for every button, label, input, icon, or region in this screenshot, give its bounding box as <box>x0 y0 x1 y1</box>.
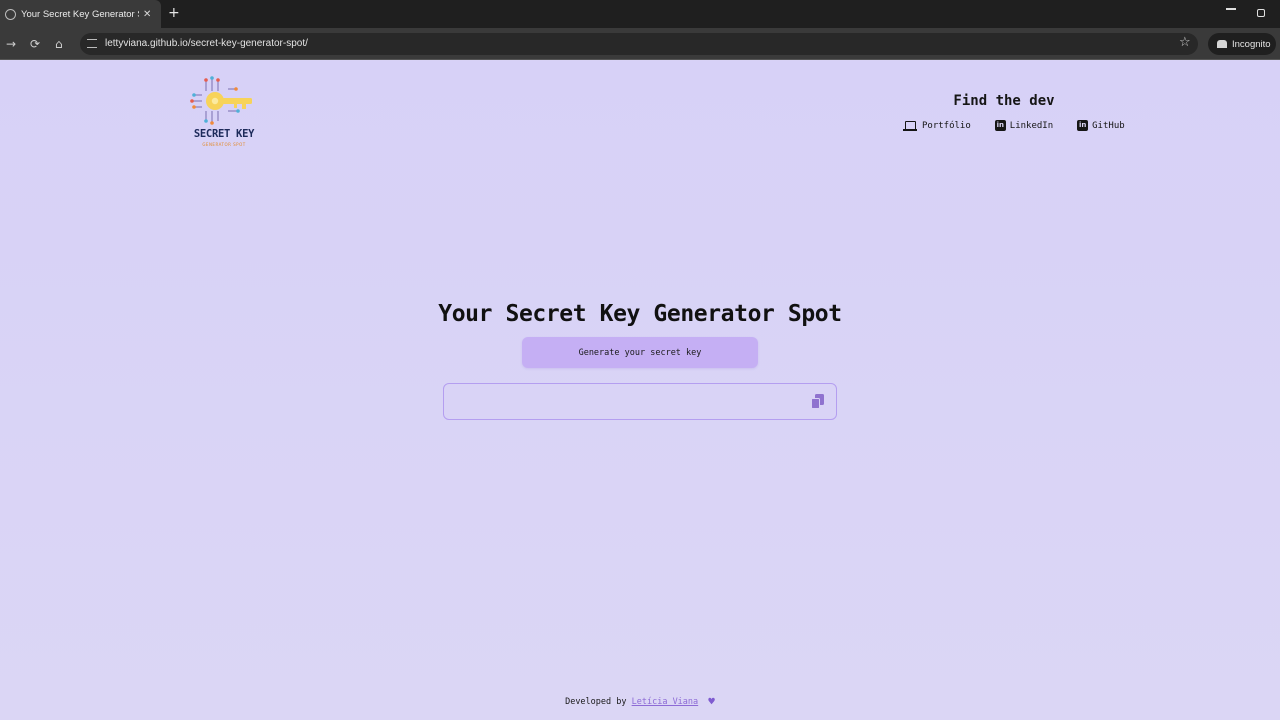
footer: Developed by Letícia Viana ♥ <box>0 695 1280 708</box>
portfolio-link-label: Portfólio <box>922 120 971 131</box>
reload-icon[interactable]: ⟳ <box>30 37 40 51</box>
linkedin-link[interactable]: in LinkedIn <box>994 120 1054 131</box>
new-tab-button[interactable]: + <box>168 5 180 21</box>
close-tab-icon[interactable]: ✕ <box>143 9 151 20</box>
copy-icon[interactable] <box>810 393 826 411</box>
linkedin-link-label: LinkedIn <box>1009 120 1054 131</box>
incognito-icon <box>1217 40 1227 48</box>
site-logo[interactable]: SECRET KEY GENERATOR SPOT <box>188 75 260 151</box>
secret-key-box <box>443 383 837 420</box>
back-arrow-icon[interactable]: → <box>6 37 16 51</box>
heart-icon: ♥ <box>708 695 715 708</box>
github-link[interactable]: in GitHub <box>1077 120 1125 131</box>
generate-key-button-label: Generate your secret key <box>578 347 702 358</box>
incognito-label: Incognito <box>1232 38 1271 50</box>
page-title: Your Secret Key Generator Spot <box>438 301 842 327</box>
minimize-icon[interactable] <box>1226 8 1236 10</box>
tab-title: Your Secret Key Generator Spot <box>21 8 139 20</box>
find-dev-heading: Find the dev <box>953 93 1055 109</box>
footer-prefix: Developed by <box>565 697 627 707</box>
linkedin-icon: in <box>1077 120 1089 131</box>
secret-key-output[interactable] <box>454 393 804 411</box>
dev-links: Portfólio in LinkedIn in GitHub <box>903 120 1125 131</box>
logo-subtitle: GENERATOR SPOT <box>202 142 246 147</box>
globe-icon <box>5 8 16 20</box>
restore-icon[interactable] <box>1257 9 1265 17</box>
bookmark-star-icon[interactable]: ☆ <box>1179 36 1191 50</box>
page-content: SECRET KEY GENERATOR SPOT Find the dev P… <box>0 61 1280 720</box>
key-circuit-icon <box>190 76 252 125</box>
linkedin-icon: in <box>994 120 1006 131</box>
logo-title: SECRET KEY <box>193 128 255 140</box>
laptop-icon <box>903 120 918 131</box>
author-link[interactable]: Letícia Viana <box>632 697 699 707</box>
home-icon[interactable]: ⌂ <box>55 37 63 51</box>
portfolio-link[interactable]: Portfólio <box>903 120 971 131</box>
browser-tab-strip: Your Secret Key Generator Spot ✕ + <box>0 0 1280 28</box>
github-link-label: GitHub <box>1092 120 1125 131</box>
generate-key-button[interactable]: Generate your secret key <box>522 337 758 368</box>
url-text[interactable]: lettyviana.github.io/secret-key-generato… <box>105 38 308 49</box>
incognito-badge[interactable]: Incognito <box>1208 33 1276 55</box>
browser-tab[interactable]: Your Secret Key Generator Spot ✕ <box>0 0 161 28</box>
site-settings-icon[interactable] <box>87 39 97 48</box>
